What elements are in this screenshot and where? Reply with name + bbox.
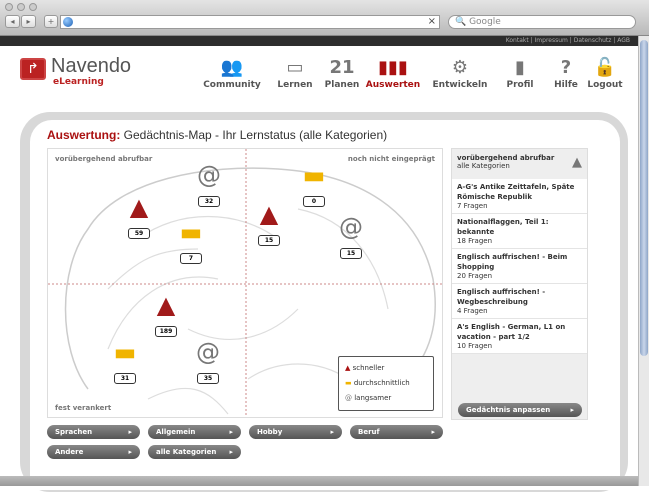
snail-icon: @ [339,213,363,241]
nav-label: Auswerten [365,80,421,90]
logo-name: Navendo [51,55,132,77]
rocket-icon: ▲ [572,155,582,170]
page-title: Auswertung: Gedächtnis-Map - Ihr Lernsta… [47,128,388,142]
snail-icon: @ [197,161,221,189]
nav-community[interactable]: 👥 Community [202,56,262,90]
url-input[interactable]: × [60,15,440,29]
search-placeholder: Google [469,17,501,27]
corner-label-top-right: noch nicht eingeprägt [347,155,435,163]
marker-count: 59 [128,228,150,239]
snail-marker[interactable]: @15 [331,214,371,259]
marker-count: 15 [340,248,362,259]
snail-marker[interactable]: @32 [189,162,229,207]
gears-icon: ⚙ [451,57,469,78]
nav-logout[interactable]: 🔓 Logout [575,56,635,90]
rocket-icon: ▲ [129,193,149,221]
list-item[interactable]: Nationalflaggen, Teil 1: bekannte 18 Frag… [452,214,587,249]
rocket-marker[interactable]: ▲ 15 [249,201,289,246]
list-header: vorübergehend abrufbar alle Kategorien ▲ [457,154,582,170]
marker-count: 0 [303,196,325,207]
car-icon: ▬ [179,218,203,246]
nav-label: Logout [587,80,623,90]
window-bottom [0,476,638,486]
adjust-memory-button[interactable]: Gedächtnis anpassen [458,403,582,417]
nav-entwickeln[interactable]: ⚙ Entwickeln [430,56,490,90]
nav-label: Entwickeln [432,80,488,90]
browser-toolbar: ◂ ▸ + × 🔍 Google [0,0,649,36]
globe-icon [63,17,73,27]
nav-auswerten[interactable]: ▮▮▮ Auswerten [363,56,423,90]
legend: ▲ schneller ▬ durchschnittlich @ langsam… [338,356,434,411]
car-marker[interactable]: ▬ 0 [294,162,334,207]
forward-button[interactable]: ▸ [21,15,36,28]
lock-icon: 🔓 [593,57,617,78]
car-icon: ▬ [302,161,326,189]
list-item[interactable]: A-G's Antike Zeittafeln, Späte Römische … [452,179,587,214]
memory-map: vorübergehend abrufbar noch nicht eingep… [47,148,443,418]
category-button[interactable]: Hobby [249,425,342,439]
logo-subtitle: eLearning [53,77,104,87]
corner-label-top-left: vorübergehend abrufbar [55,155,153,163]
category-button[interactable]: Allgemein [148,425,241,439]
list-item[interactable]: Englisch auffrischen! - Wegbeschreibung 4… [452,284,587,319]
legend-car: ▬ durchschnittlich [345,379,410,387]
back-button[interactable]: ◂ [5,15,20,28]
car-marker[interactable]: ▬ 31 [105,339,145,384]
marker-count: 31 [114,373,136,384]
rocket-icon: ▲ [259,200,279,228]
category-button[interactable]: Andere [47,445,140,459]
rocket-marker[interactable]: ▲ 59 [119,194,159,239]
category-button[interactable]: Beruf [350,425,443,439]
category-button[interactable]: alle Kategorien [148,445,241,459]
snail-marker[interactable]: @35 [188,339,228,384]
scrollbar[interactable] [638,36,649,486]
marker-count: 35 [197,373,219,384]
marker-count: 15 [258,235,280,246]
marker-count: 32 [198,196,220,207]
list-item[interactable]: Englisch auffrischen! - Beim Shopping 20 … [452,249,587,284]
rocket-icon: ▲ [156,291,176,319]
logo-arrow-icon: ↱ [20,58,46,80]
category-button[interactable]: Sprachen [47,425,140,439]
chart-icon: ▮▮▮ [378,57,408,78]
car-icon: ▬ [113,338,137,366]
corner-label-bottom-left: fest verankert [55,404,112,412]
clear-icon[interactable]: × [428,16,436,27]
window-controls[interactable] [5,3,37,11]
footer-links[interactable]: Kontakt | Impressum | Datenschutz | AGB [0,36,638,46]
add-bookmark-button[interactable]: + [44,15,58,28]
community-icon: 👥 [220,57,244,78]
legend-snail: @ langsamer [345,394,392,402]
snail-icon: @ [196,338,220,366]
topic-list-panel: vorübergehend abrufbar alle Kategorien ▲ A… [451,148,588,420]
list-item[interactable]: A's English - German, L1 on vacation - p… [452,319,587,354]
rocket-marker[interactable]: ▲ 189 [146,292,186,337]
search-input[interactable]: 🔍 Google [448,15,636,29]
legend-rocket: ▲ schneller [345,364,385,372]
nav-label: Community [203,80,261,90]
scrollbar-thumb[interactable] [640,40,648,356]
marker-count: 189 [155,326,177,337]
marker-count: 7 [180,253,202,264]
car-marker[interactable]: ▬ 7 [171,219,211,264]
